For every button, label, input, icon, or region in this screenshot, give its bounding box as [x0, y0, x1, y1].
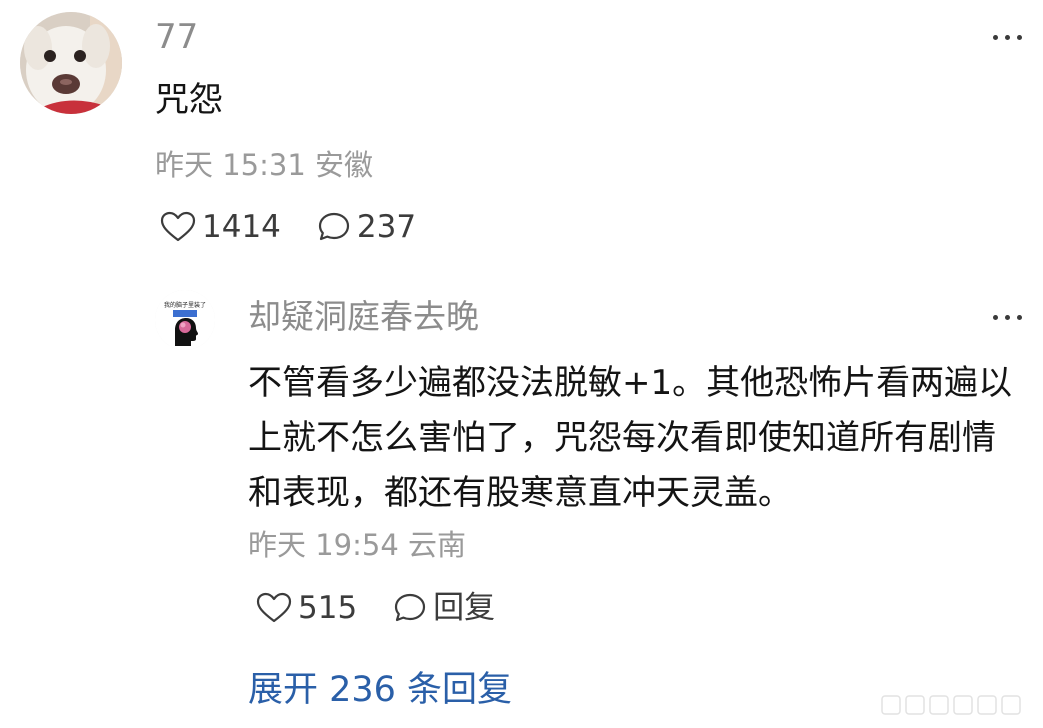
- reply-actions: 515 回复: [256, 587, 495, 629]
- reply-text: 不管看多少遍都没法脱敏+1。其他恐怖片看两遍以上就不怎么害怕了，咒怨每次看即使知…: [248, 363, 1013, 513]
- avatar-main[interactable]: [20, 12, 122, 114]
- reply-like-button[interactable]: 515: [256, 588, 357, 628]
- reply-like-count: 515: [298, 590, 358, 626]
- comment-like-button[interactable]: 1414: [160, 207, 281, 247]
- comment-actions: 1414 237: [160, 206, 416, 248]
- comment-bubble-icon: [317, 211, 351, 243]
- avatar-reply[interactable]: 我的脑子里装了: [155, 290, 215, 350]
- watermark-logo: [880, 690, 1030, 720]
- more-dots-icon: [986, 22, 1028, 52]
- dog-avatar-image: [20, 12, 122, 114]
- comment-reply-button[interactable]: 237: [317, 207, 416, 247]
- reply-reply-label: 回复: [433, 590, 496, 626]
- comment-reply-count: 237: [356, 209, 417, 245]
- reply-reply-button[interactable]: 回复: [393, 588, 495, 628]
- comment-username[interactable]: 77: [155, 16, 198, 58]
- comment-text: 咒怨: [155, 80, 223, 120]
- brain-head-avatar-image: 我的脑子里装了: [155, 290, 215, 350]
- comment-bubble-icon: [393, 592, 427, 624]
- avatar-text: 我的脑子里装了: [164, 301, 206, 309]
- expand-replies-link[interactable]: 展开 236 条回复: [248, 668, 512, 712]
- reply-meta: 昨天 19:54 云南: [248, 528, 467, 562]
- more-dots-icon: [986, 302, 1028, 332]
- comment-meta: 昨天 15:31 安徽: [155, 148, 374, 182]
- heart-icon: [256, 592, 292, 624]
- reply-more-button[interactable]: [986, 302, 1028, 332]
- reply-username[interactable]: 却疑洞庭春去晚: [248, 296, 479, 338]
- comment-more-button[interactable]: [986, 22, 1028, 52]
- heart-icon: [160, 211, 196, 243]
- comment-like-count: 1414: [202, 209, 281, 245]
